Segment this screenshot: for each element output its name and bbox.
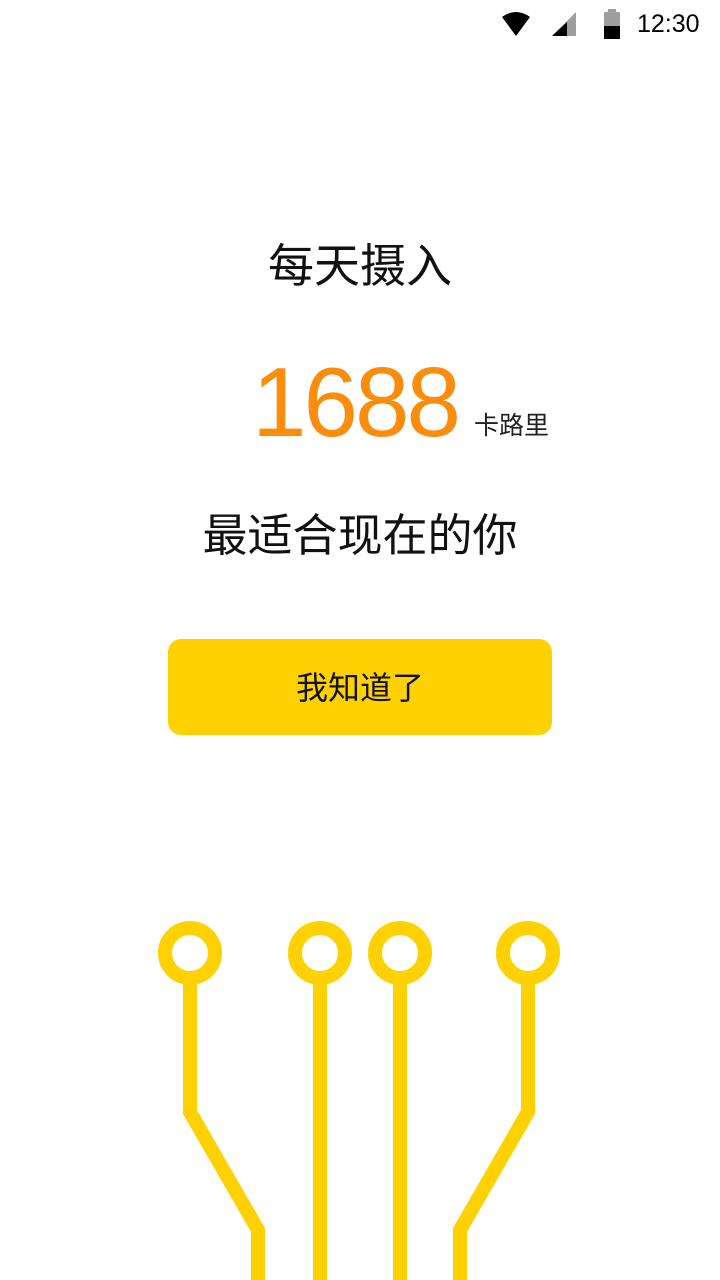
calorie-unit: 卡路里 [474,411,550,440]
subtitle: 最适合现在的你 [202,509,518,562]
circuit-lines-icon [158,921,560,1280]
daily-intake-title: 每天摄入 [268,239,452,293]
calorie-row: 1688 卡路里 [0,352,720,452]
calorie-value: 1688 [252,347,461,457]
wifi-icon [502,12,530,36]
status-time: 12:30 [637,10,700,38]
confirm-button[interactable]: 我知道了 [168,639,552,735]
status-bar: 12:30 [0,0,720,48]
screen: 12:30 每天摄入 1688 卡路里 最适合现在的你 我知道了 [0,0,720,1280]
signal-icon [552,12,576,36]
battery-icon [604,9,620,39]
